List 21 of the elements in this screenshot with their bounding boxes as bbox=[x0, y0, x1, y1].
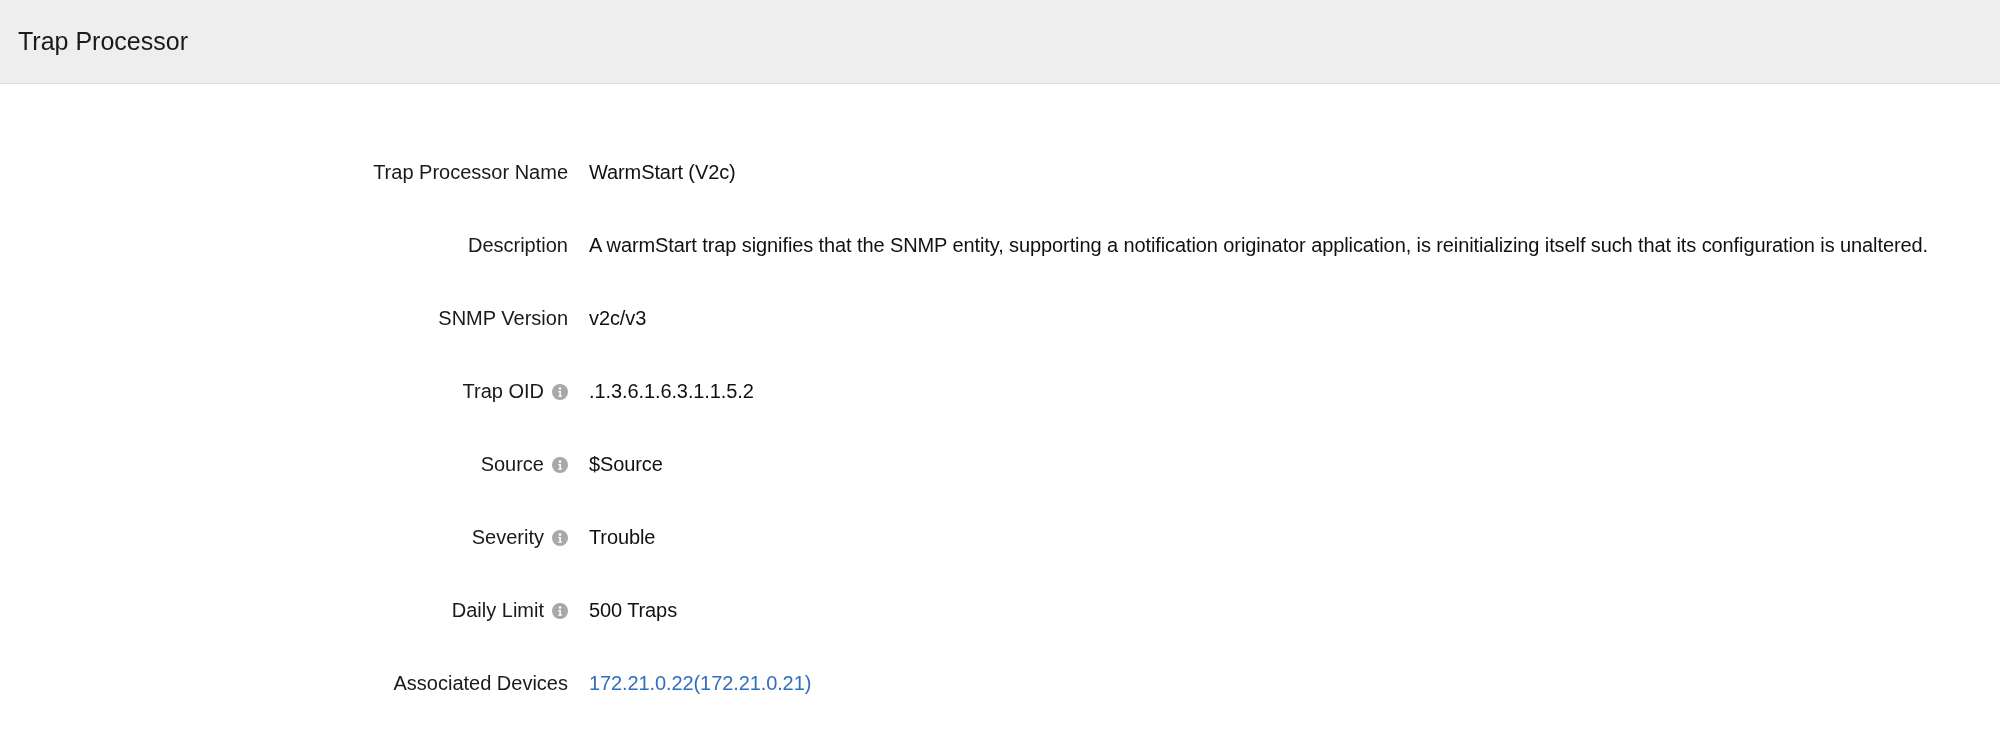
field-label: Associated Devices bbox=[393, 672, 568, 695]
field-label: SNMP Version bbox=[438, 307, 568, 330]
field-value: 500 Traps bbox=[589, 599, 678, 622]
field-value: WarmStart (V2c) bbox=[589, 161, 736, 184]
info-icon[interactable] bbox=[552, 602, 568, 619]
field-label: Trap OID bbox=[462, 380, 544, 403]
device-link[interactable]: 172.21.0.22(172.21.0.21) bbox=[589, 672, 812, 695]
page-title: Trap Processor bbox=[18, 27, 188, 56]
info-icon[interactable] bbox=[552, 529, 568, 546]
field-label: Severity bbox=[471, 526, 544, 549]
field-label: Daily Limit bbox=[451, 599, 544, 622]
field-label: Trap Processor Name bbox=[373, 161, 568, 184]
field-label: Source bbox=[480, 453, 544, 476]
field-value: v2c/v3 bbox=[589, 307, 647, 330]
field-value: Trouble bbox=[589, 526, 656, 549]
field-value: A warmStart trap signifies that the SNMP entity, supporting a notification originator application, is reinitializing itself such that its configuration is unaltered. bbox=[589, 234, 1928, 257]
field-label: Description bbox=[467, 234, 568, 257]
field-value: $Source bbox=[589, 453, 663, 476]
info-icon[interactable] bbox=[552, 383, 568, 400]
field-value: .1.3.6.1.6.3.1.1.5.2 bbox=[589, 380, 754, 403]
info-icon[interactable] bbox=[552, 456, 568, 473]
